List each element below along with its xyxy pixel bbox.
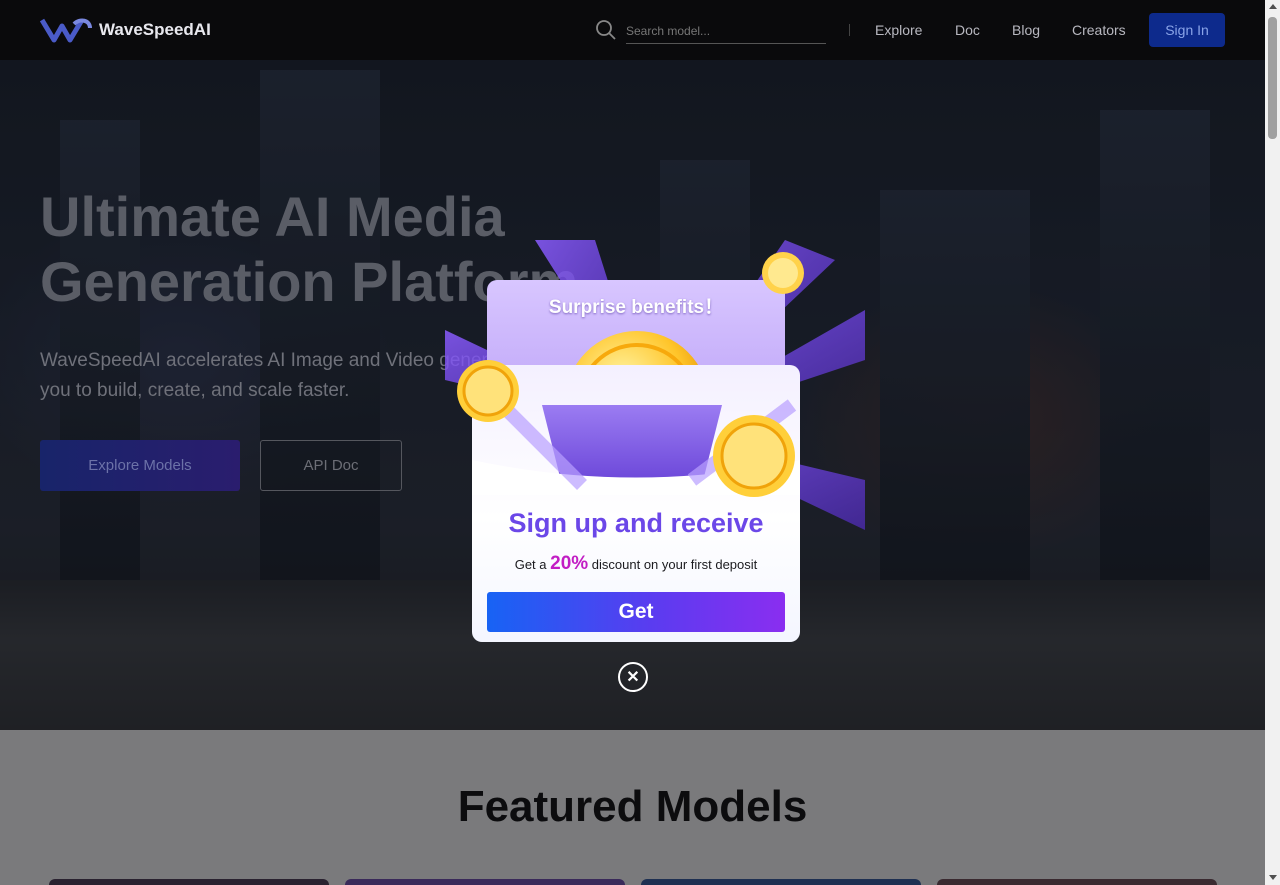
sign-in-button[interactable]: Sign In [1149, 13, 1225, 47]
search-icon[interactable] [595, 19, 617, 41]
nav-link-blog[interactable]: Blog [1012, 22, 1040, 38]
nav-link-explore[interactable]: Explore [875, 22, 922, 38]
nav-separator [849, 24, 850, 36]
featured-models-section: Featured Models [0, 730, 1265, 885]
get-offer-button[interactable]: Get [487, 592, 785, 632]
small-coin-icon [457, 360, 519, 422]
top-navbar: WaveSpeedAI Explore Doc Blog Creators Si… [0, 0, 1265, 60]
model-card[interactable] [345, 879, 625, 885]
scroll-up-arrow-icon[interactable] [1269, 4, 1277, 9]
discount-text: Get a 20% discount on your first deposit [472, 553, 800, 575]
promo-card-front: Sign up and receive Get a 20% discount o… [472, 365, 800, 642]
scrollbar-thumb[interactable] [1268, 17, 1277, 139]
scroll-down-arrow-icon[interactable] [1269, 875, 1277, 880]
featured-models-title: Featured Models [457, 782, 808, 831]
model-card[interactable] [641, 879, 921, 885]
small-coin-icon [762, 252, 804, 294]
promo-title: Surprise benefits！ [548, 297, 724, 318]
wavespeed-logo-icon[interactable] [40, 14, 92, 46]
nav-link-doc[interactable]: Doc [955, 22, 980, 38]
promo-headline: Sign up and receive [508, 508, 764, 538]
page-scrollbar[interactable] [1265, 0, 1280, 885]
discount-value: 20% [550, 553, 589, 574]
close-modal-button[interactable]: ✕ [618, 662, 648, 692]
discount-prefix: Get a [514, 557, 551, 572]
search-model-input[interactable] [626, 18, 826, 44]
discount-suffix: discount on your first deposit [588, 557, 758, 572]
model-card[interactable] [49, 879, 329, 885]
model-card[interactable] [937, 879, 1217, 885]
explore-models-button[interactable]: Explore Models [40, 440, 240, 491]
small-coin-icon [713, 415, 795, 497]
brand-name[interactable]: WaveSpeedAI [99, 20, 211, 40]
nav-link-creators[interactable]: Creators [1072, 22, 1126, 38]
api-doc-button[interactable]: API Doc [260, 440, 402, 491]
